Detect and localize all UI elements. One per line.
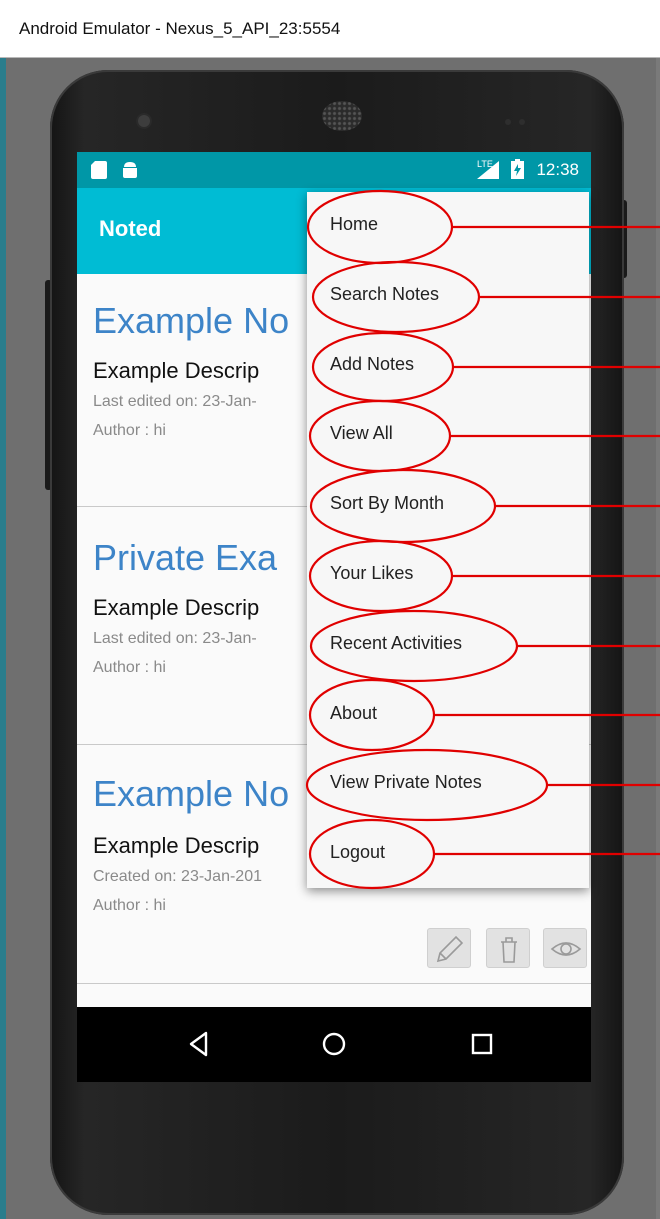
note-author: Author : hi (93, 897, 166, 914)
menu-item-search-notes[interactable]: Search Notes (307, 262, 589, 328)
note-created-date: Created on: 23-Jan-201 (93, 868, 262, 885)
delete-note-button[interactable] (486, 928, 530, 968)
menu-item-label: Recent Activities (330, 633, 463, 653)
menu-item-recent-activities[interactable]: Recent Activities (307, 611, 589, 677)
recents-icon[interactable] (467, 1029, 497, 1059)
note-edited-date: Last edited on: 23-Jan- (93, 393, 257, 410)
proximity-sensor (505, 112, 535, 125)
menu-item-label: View All (330, 423, 393, 443)
menu-item-label: Sort By Month (330, 493, 445, 513)
menu-item-your-likes[interactable]: Your Likes (307, 541, 589, 607)
emulator-title-bar: Android Emulator - Nexus_5_API_23:5554 (0, 0, 660, 58)
android-icon (123, 162, 137, 178)
view-note-button[interactable] (543, 928, 587, 968)
status-time: 12:38 (536, 160, 579, 179)
note-title: Example No (93, 773, 290, 814)
menu-item-label: Add Notes (330, 354, 415, 374)
menu-item-sort-by-month[interactable]: Sort By Month (307, 471, 589, 537)
trash-icon (501, 937, 517, 963)
menu-item-label: View Private Notes (330, 772, 482, 792)
menu-item-add-notes[interactable]: Add Notes (307, 332, 589, 398)
menu-item-about[interactable]: About (307, 681, 589, 747)
pencil-icon (436, 935, 464, 963)
note-description: Example Descrip (93, 595, 260, 620)
front-camera (138, 115, 150, 127)
app-title: Noted (99, 216, 162, 241)
back-icon[interactable] (184, 1029, 214, 1059)
note-title: Example No (93, 300, 290, 341)
edit-note-button[interactable] (427, 928, 471, 968)
battery-charging-icon (511, 159, 524, 179)
menu-item-view-private-notes[interactable]: View Private Notes (307, 750, 589, 816)
status-bar: LTE 12:38 (77, 152, 591, 188)
note-card[interactable] (77, 984, 591, 1007)
menu-item-label: Home (330, 214, 379, 234)
window-border-right (656, 58, 660, 1219)
sd-card-icon (91, 161, 107, 179)
menu-item-label: Logout (330, 842, 386, 862)
earpiece-speaker (322, 101, 362, 131)
note-description: Example Descrip (93, 833, 260, 858)
android-nav-bar (77, 1007, 591, 1082)
menu-item-view-all[interactable]: View All (307, 401, 589, 467)
signal-icon (477, 161, 499, 179)
menu-item-logout[interactable]: Logout (307, 820, 589, 886)
note-title: Private Exa (93, 537, 278, 578)
emulator-title: Android Emulator - Nexus_5_API_23:5554 (19, 19, 341, 38)
menu-item-label: About (330, 703, 378, 723)
menu-item-label: Search Notes (330, 284, 440, 304)
note-description: Example Descrip (93, 358, 260, 383)
menu-item-label: Your Likes (330, 563, 414, 583)
note-author: Author : hi (93, 422, 166, 439)
overflow-menu: Home Search Notes Add Notes View All Sor… (307, 192, 589, 888)
note-author: Author : hi (93, 659, 166, 676)
menu-item-home[interactable]: Home (307, 192, 589, 258)
eye-icon (550, 942, 582, 956)
home-icon[interactable] (319, 1029, 349, 1059)
note-edited-date: Last edited on: 23-Jan- (93, 630, 257, 647)
